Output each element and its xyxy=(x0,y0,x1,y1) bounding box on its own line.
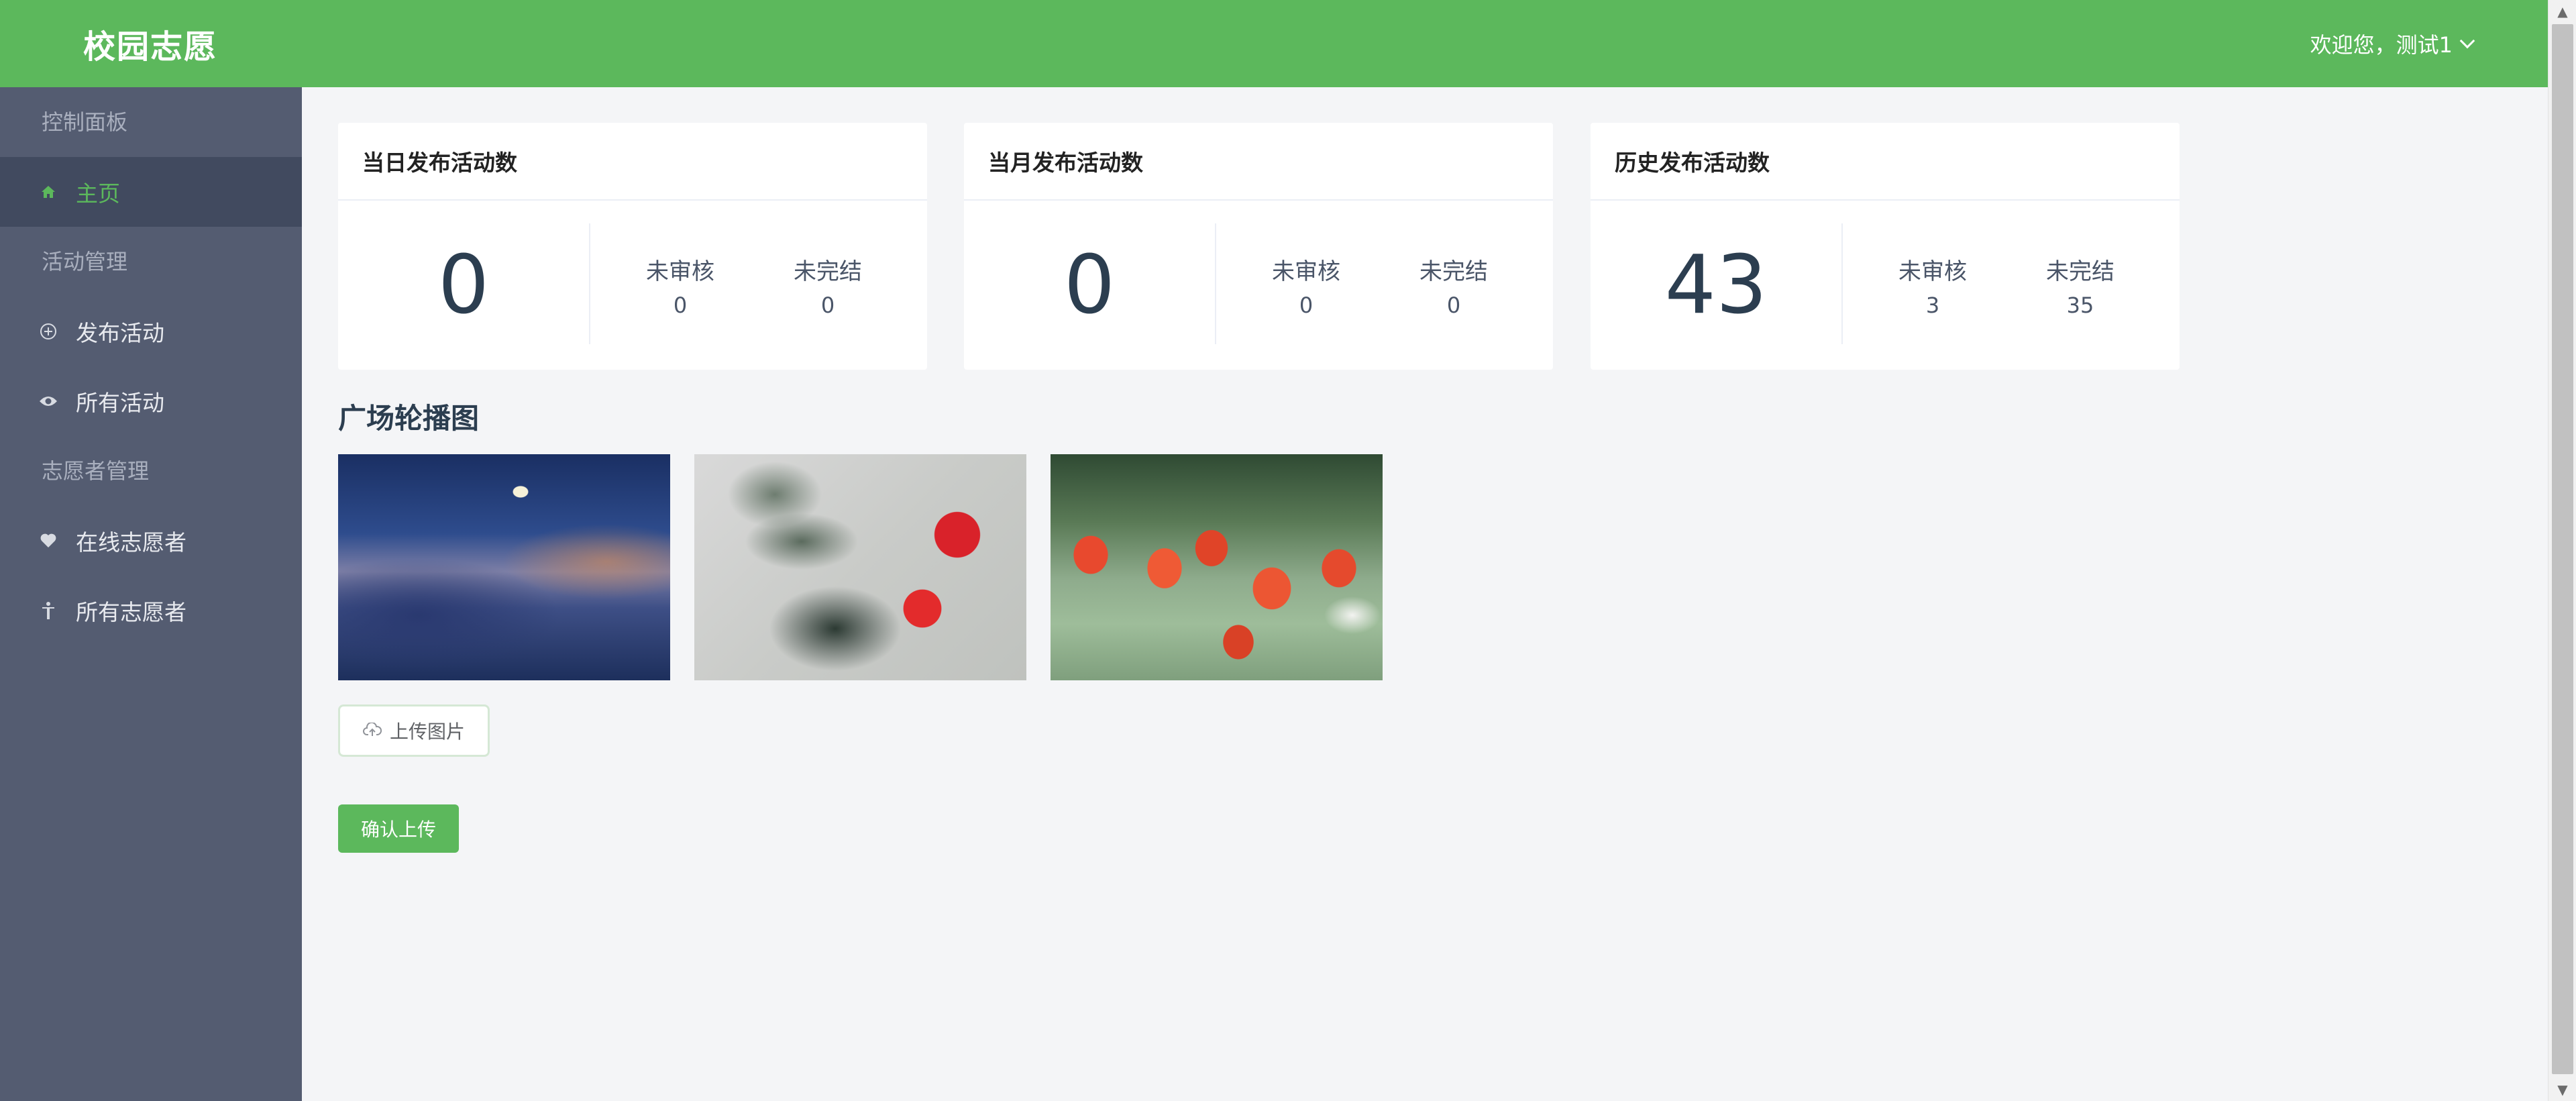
carousel-section-title: 广场轮播图 xyxy=(338,402,480,435)
scrollbar-thumb[interactable] xyxy=(2552,24,2573,1074)
app-logo-title: 校园志愿 xyxy=(83,28,218,66)
stat-pending-value: 0 xyxy=(673,293,688,318)
stat-pending: 未审核 0 xyxy=(1252,253,1360,318)
stat-unfinished-value: 35 xyxy=(2066,293,2094,318)
sidebar-group-dashboard: 控制面板 xyxy=(42,109,128,135)
plus-circle-icon xyxy=(37,320,60,343)
scroll-up-arrow-icon[interactable]: ▲ xyxy=(2548,0,2576,23)
page-scrollbar[interactable]: ▲ ▼ xyxy=(2548,0,2576,1101)
stat-pending: 未审核 0 xyxy=(627,253,734,318)
stat-total: 0 xyxy=(1063,238,1116,332)
stat-total: 43 xyxy=(1664,238,1768,332)
sidebar: 控制面板 主页 活动管理 发布活动 所有活动 志愿者管理 在线志愿者 所有志愿者 xyxy=(0,87,302,1101)
user-greeting: 欢迎您，测试1 xyxy=(2310,32,2453,58)
stat-unfinished-value: 0 xyxy=(1446,293,1461,318)
scroll-down-arrow-icon[interactable]: ▼ xyxy=(2548,1078,2576,1101)
stat-unfinished-value: 0 xyxy=(820,293,835,318)
stat-unfinished-label: 未完结 xyxy=(1419,258,1488,285)
cloud-upload-icon xyxy=(363,720,382,742)
stat-unfinished: 未完结 0 xyxy=(774,253,881,318)
sidebar-group-volunteer-management: 志愿者管理 xyxy=(42,458,150,484)
sidebar-item-label: 在线志愿者 xyxy=(76,529,186,556)
person-icon xyxy=(37,599,60,622)
divider xyxy=(1841,223,1843,344)
stat-pending-value: 0 xyxy=(1299,293,1313,318)
carousel-image-roses[interactable] xyxy=(694,454,1026,680)
top-header: 校园志愿 欢迎您，测试1 xyxy=(0,0,2548,87)
stat-pending-label: 未审核 xyxy=(646,258,714,285)
stat-pending-value: 3 xyxy=(1925,293,1940,318)
upload-image-label: 上传图片 xyxy=(389,721,465,743)
card-title: 当日发布活动数 xyxy=(338,123,927,201)
eye-icon xyxy=(37,390,60,413)
home-icon xyxy=(37,180,60,203)
heart-icon xyxy=(37,529,60,552)
carousel-image-tulips[interactable] xyxy=(1051,454,1383,680)
upload-image-button[interactable]: 上传图片 xyxy=(338,704,490,757)
card-title: 当月发布活动数 xyxy=(964,123,1553,201)
sidebar-item-label: 所有活动 xyxy=(76,390,164,416)
sidebar-item-publish-activity[interactable]: 发布活动 xyxy=(0,297,302,366)
sidebar-item-label: 主页 xyxy=(76,180,120,207)
sidebar-group-activity-management: 活动管理 xyxy=(42,249,128,274)
sidebar-item-label: 所有志愿者 xyxy=(76,599,186,625)
sidebar-item-all-volunteers[interactable]: 所有志愿者 xyxy=(0,576,302,645)
stat-pending-label: 未审核 xyxy=(1898,258,1967,285)
divider xyxy=(589,223,590,344)
confirm-upload-button[interactable]: 确认上传 xyxy=(338,804,459,853)
stat-unfinished-label: 未完结 xyxy=(794,258,862,285)
user-menu-dropdown[interactable]: 欢迎您，测试1 xyxy=(2310,28,2475,59)
stat-card-today-content: 当日发布活动数 0 未审核 0 未完结 0 xyxy=(338,123,927,370)
sidebar-item-online-volunteers[interactable]: 在线志愿者 xyxy=(0,506,302,576)
sidebar-item-home[interactable]: 主页 xyxy=(0,157,302,227)
stat-total: 0 xyxy=(437,238,490,332)
sidebar-item-label: 发布活动 xyxy=(76,320,164,346)
stat-pending-label: 未审核 xyxy=(1272,258,1340,285)
stat-unfinished-label: 未完结 xyxy=(2046,258,2114,285)
stat-card-month: 当月发布活动数 0 未审核 0 未完结 0 xyxy=(964,123,1553,370)
stat-card-history: 历史发布活动数 43 未审核 3 未完结 35 xyxy=(1591,123,2180,370)
card-title: 历史发布活动数 xyxy=(1591,123,2180,201)
stat-unfinished: 未完结 0 xyxy=(1400,253,1507,318)
sidebar-item-all-activities[interactable]: 所有活动 xyxy=(0,366,302,436)
chevron-down-icon xyxy=(2459,33,2475,49)
stat-unfinished: 未完结 35 xyxy=(2027,253,2134,318)
carousel-image-night-sky[interactable] xyxy=(338,454,670,680)
divider xyxy=(1215,223,1216,344)
stat-pending: 未审核 3 xyxy=(1879,253,1986,318)
